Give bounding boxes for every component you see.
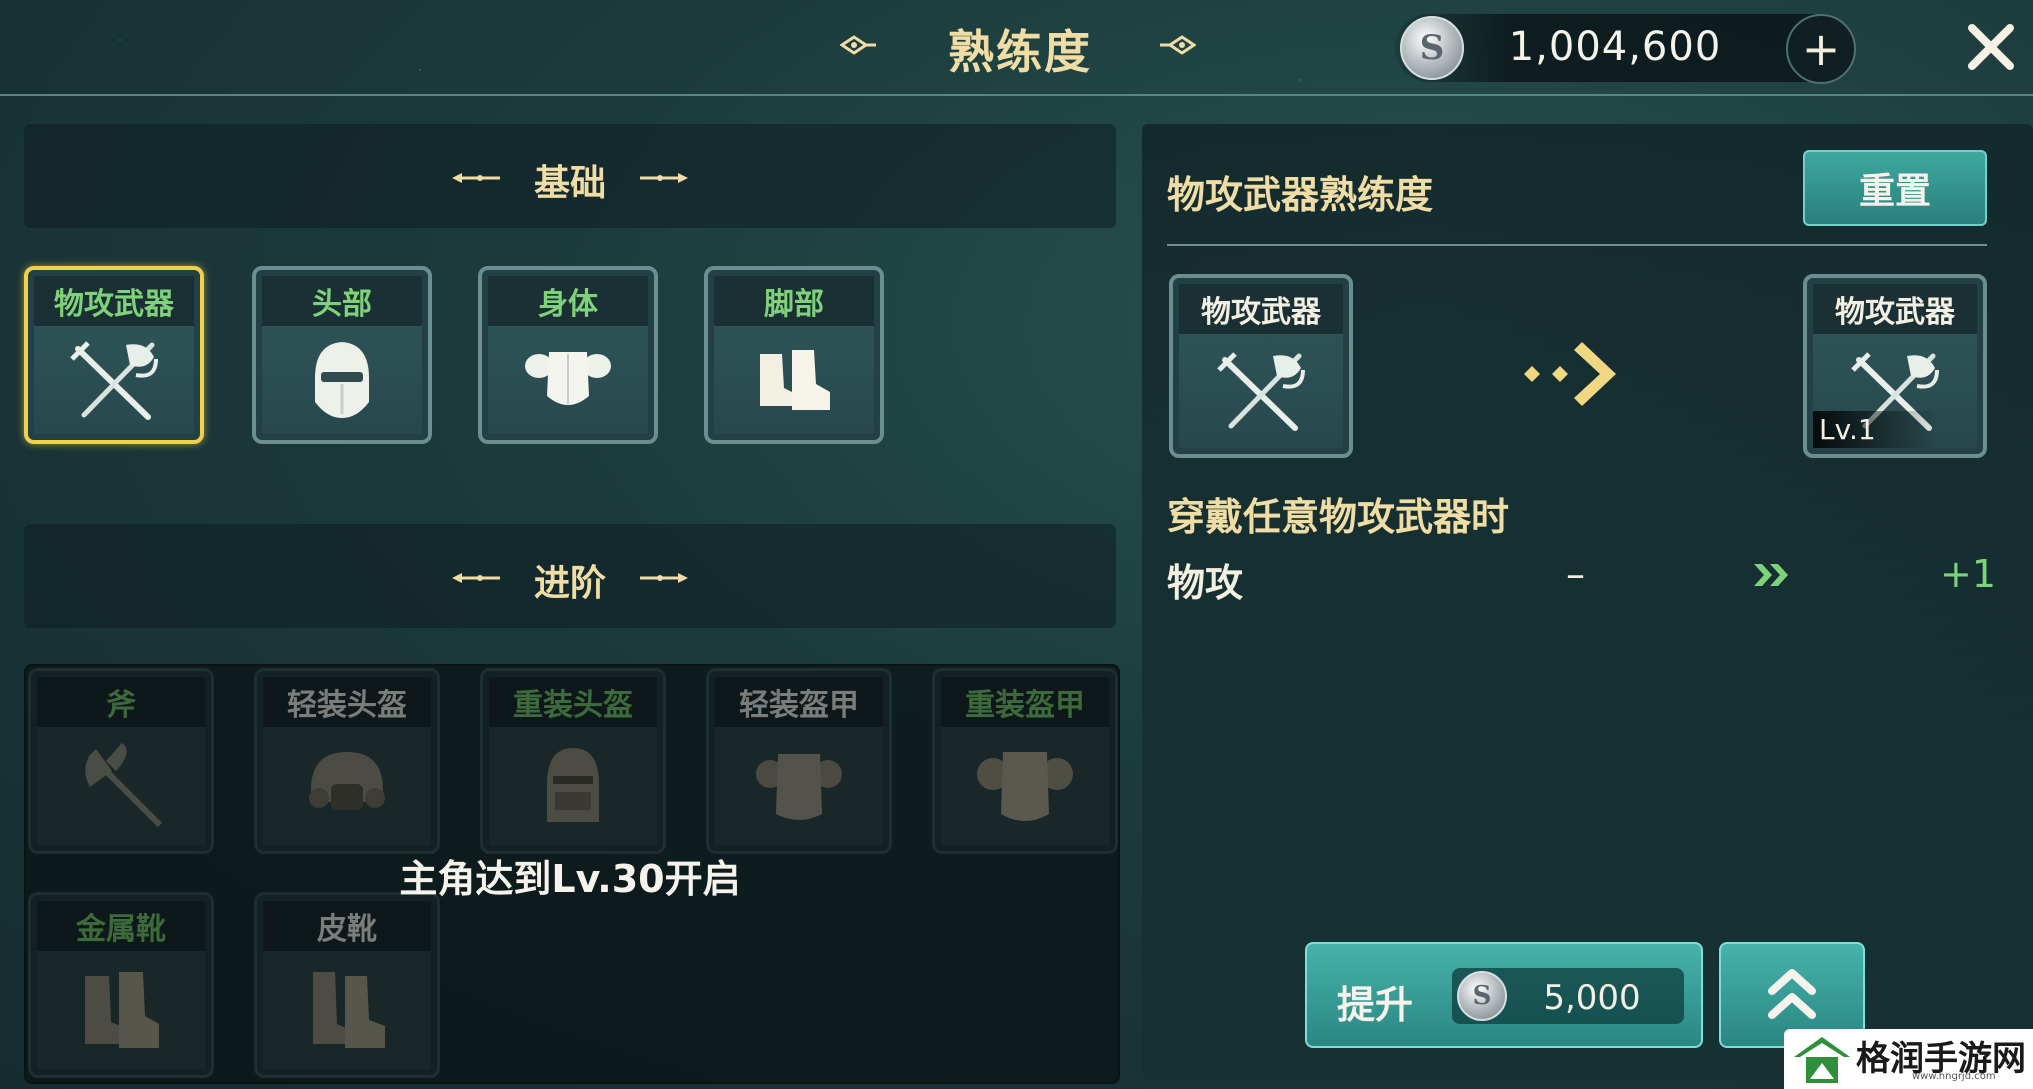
locked-card-heavy-armor[interactable]: 重装盔甲 <box>932 668 1118 854</box>
card-label: 物攻武器 <box>1179 284 1343 334</box>
double-chevron-up-icon <box>1768 969 1816 1019</box>
armor-icon <box>525 352 611 405</box>
locked-card-light-armor[interactable]: 轻装盔甲 <box>706 668 892 854</box>
watermark-logo-icon <box>1794 1037 1850 1083</box>
card-label: 身体 <box>488 276 648 326</box>
mastery-card-head[interactable]: 头部 <box>252 266 432 444</box>
unlock-requirement-text: 主角达到Lv.30开启 <box>399 857 741 901</box>
locked-card-axe[interactable]: 斧 <box>28 668 214 854</box>
advanced-section-header: 进阶 <box>24 524 1116 628</box>
next-level-card: 物攻武器 Lv.1 <box>1803 274 1987 458</box>
basic-section-header: 基础 <box>24 124 1116 228</box>
card-label: 重装头盔 <box>489 677 657 727</box>
card-label: 皮靴 <box>263 901 431 951</box>
upgrade-button[interactable]: 提升 S 5,000 <box>1305 942 1703 1048</box>
light-armor-icon <box>756 754 842 820</box>
card-label: 物攻武器 <box>1813 284 1977 334</box>
leather-boots-icon <box>313 972 385 1048</box>
mastery-card-body[interactable]: 身体 <box>478 266 658 444</box>
card-icon-area <box>941 727 1109 845</box>
card-label: 金属靴 <box>37 901 205 951</box>
metal-boots-icon <box>85 972 159 1048</box>
card-icon-area <box>488 326 648 434</box>
advanced-section-title: 进阶 <box>533 563 606 604</box>
detail-title: 物攻武器熟练度 <box>1167 173 1434 217</box>
locked-card-light-helmet[interactable]: 轻装头盔 <box>254 668 440 854</box>
light-helmet-icon <box>309 752 385 810</box>
card-label: 物攻武器 <box>34 276 194 326</box>
detail-divider <box>1167 244 1987 246</box>
section-ornament-right-icon <box>640 573 688 583</box>
page-title: 熟练度 <box>948 25 1092 79</box>
card-icon-area <box>262 326 422 434</box>
title-ornament-left-icon <box>840 35 876 55</box>
watermark: 格润手游网 www.hngrjd.com <box>1784 1029 2033 1089</box>
stat-name: 物攻 <box>1167 561 1244 605</box>
heavy-helmet-icon <box>547 748 599 822</box>
condition-text: 穿戴任意物攻武器时 <box>1167 495 1510 539</box>
mastery-card-weapon[interactable]: 物攻武器 <box>24 266 204 444</box>
helmet-icon <box>315 342 369 418</box>
stat-old-value: – <box>1566 552 1585 596</box>
sword-axe-icon <box>70 341 158 420</box>
card-icon-area <box>263 951 431 1069</box>
locked-card-metal-boots[interactable]: 金属靴 <box>28 892 214 1078</box>
card-icon-area <box>714 326 874 434</box>
double-chevron-right-icon <box>1754 564 1788 586</box>
level-badge: Lv.1 <box>1813 411 1939 448</box>
card-icon-area <box>37 951 205 1069</box>
card-icon-area <box>37 727 205 845</box>
currency-value: 1,004,600 <box>1508 24 1722 70</box>
add-currency-button[interactable]: + <box>1786 14 1856 84</box>
title-ornament-right-icon <box>1160 35 1196 55</box>
section-ornament-right-icon <box>640 173 688 183</box>
card-label: 轻装盔甲 <box>715 677 883 727</box>
mastery-card-feet[interactable]: 脚部 <box>704 266 884 444</box>
locked-card-leather-boots[interactable]: 皮靴 <box>254 892 440 1078</box>
card-label: 重装盔甲 <box>941 677 1109 727</box>
boots-icon <box>760 350 830 410</box>
silver-coin-icon: S <box>1400 16 1464 80</box>
current-level-card: 物攻武器 <box>1169 274 1353 458</box>
silver-coin-icon: S <box>1457 971 1507 1021</box>
heavy-armor-icon <box>977 752 1073 821</box>
card-icon-area <box>263 727 431 845</box>
locked-card-heavy-helmet[interactable]: 重装头盔 <box>480 668 666 854</box>
card-icon-area <box>489 727 657 845</box>
card-icon-area <box>34 326 194 434</box>
sword-axe-icon <box>1217 352 1305 431</box>
header-bar: 熟练度 S 1,004,600 + <box>0 0 2033 96</box>
stat-new-value: +1 <box>1940 552 1997 596</box>
axe-icon <box>85 743 163 828</box>
card-icon-area <box>715 727 883 845</box>
detail-panel <box>1142 124 2033 1080</box>
card-label: 头部 <box>262 276 422 326</box>
card-icon-area <box>1179 334 1343 448</box>
watermark-subtext: www.hngrjd.com <box>1912 1071 1996 1082</box>
reset-button[interactable]: 重置 <box>1803 150 1987 226</box>
card-label: 轻装头盔 <box>263 677 431 727</box>
header-divider <box>0 94 2033 96</box>
close-icon[interactable] <box>1966 22 2016 72</box>
card-label: 斧 <box>37 677 205 727</box>
basic-section-title: 基础 <box>533 163 606 204</box>
upgrade-cost: 5,000 <box>1543 978 1641 1018</box>
card-label: 脚部 <box>714 276 874 326</box>
upgrade-label: 提升 <box>1337 983 1414 1027</box>
upgrade-arrow-icon <box>1524 342 1616 406</box>
